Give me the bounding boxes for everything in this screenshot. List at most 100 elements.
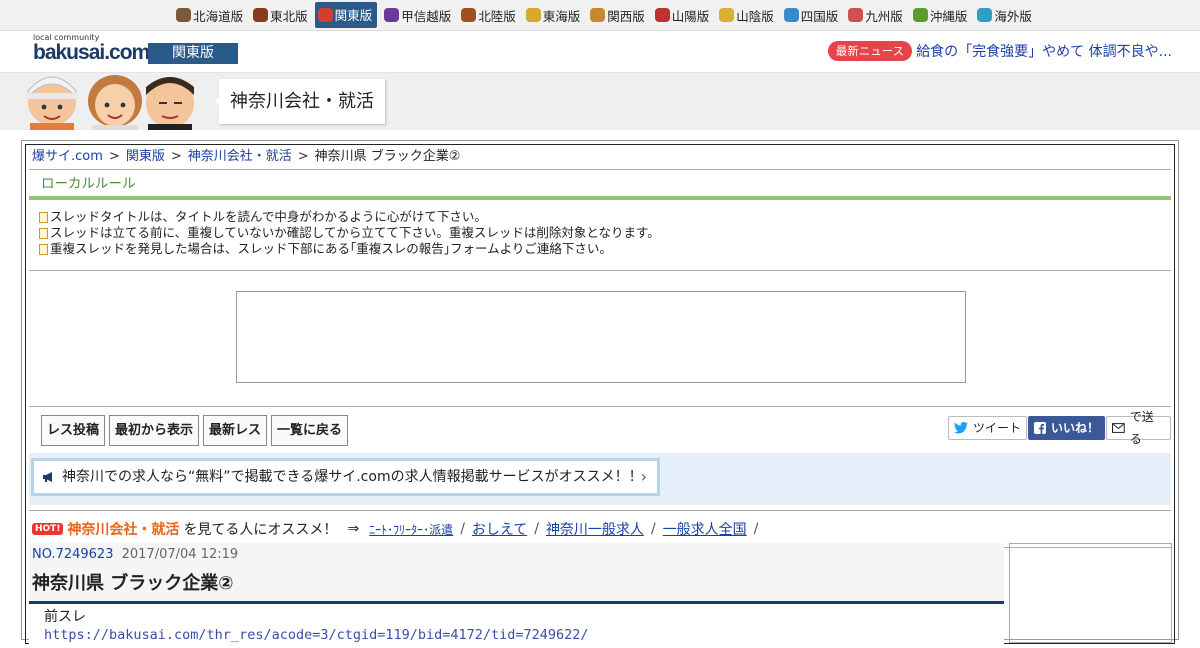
ad-placeholder[interactable] xyxy=(236,291,966,383)
region-tab[interactable]: 沖縄版 xyxy=(910,3,971,28)
recommend-link-oshiete[interactable]: おしえて xyxy=(472,519,527,539)
region-tab[interactable]: 山陽版 xyxy=(652,3,713,28)
category-banner: 神奈川会社・就活 xyxy=(0,73,1200,130)
post-reply-button[interactable]: レス投稿 xyxy=(41,415,106,446)
region-icon xyxy=(848,8,864,22)
region-bar: 北海道版 東北版 関東版 甲信越版 北陸版 東海版 関西版 山陽版 山陰版 四国版 九州版 沖縄版 海外… xyxy=(0,0,1200,31)
region-label: 関西版 xyxy=(607,8,645,24)
region-icon xyxy=(719,8,735,22)
region-icon xyxy=(317,7,333,22)
breadcrumb-category[interactable]: 神奈川会社・就活 xyxy=(188,149,292,164)
breadcrumb-separator: > xyxy=(170,149,182,164)
send-label: で送る xyxy=(1129,410,1154,446)
twitter-icon xyxy=(954,422,968,434)
region-tab[interactable]: 北海道版 xyxy=(173,3,246,28)
thread-title: 神奈川県 ブラック企業② xyxy=(29,566,1004,604)
region-tab[interactable]: 九州版 xyxy=(845,3,906,28)
edition-badge[interactable]: 関東版 xyxy=(148,43,238,64)
main-frame: 爆サイ.com > 関東版 > 神奈川会社・就活 > 神奈川県 ブラック企業② ローカルルー… xyxy=(21,140,1179,648)
post-date: 2017/07/04 12:19 xyxy=(121,547,239,562)
region-icon xyxy=(590,8,606,22)
region-label: 東北版 xyxy=(270,8,308,24)
side-ad-placeholder[interactable] xyxy=(1009,543,1172,643)
breadcrumb-edition[interactable]: 関東版 xyxy=(126,149,165,164)
region-icon xyxy=(176,8,192,22)
breadcrumb-separator: > xyxy=(297,149,309,164)
region-label: 甲信越版 xyxy=(401,8,452,24)
news-badge: 最新ニュース xyxy=(827,41,913,61)
region-tab[interactable]: 四国版 xyxy=(781,3,842,28)
rule-text: スレッドは立てる前に、重複していないか確認してから立てて下さい。重複スレッドは削… xyxy=(50,225,660,240)
breadcrumb-home[interactable]: 爆サイ.com xyxy=(32,149,103,164)
region-tab[interactable]: 関西版 xyxy=(587,3,648,28)
latest-news[interactable]: 最新ニュース 給食の「完食強要」やめて 体調不良や... xyxy=(827,41,1172,61)
job-ad-promo-link[interactable]: 神奈川での求人なら“無料”で掲載できる爆サイ.comの求人情報掲載サービスがオス… xyxy=(31,458,660,496)
local-rules-list: スレッドタイトルは、タイトルを読んで中身がわかるように心がけて下さい。 スレッド… xyxy=(29,200,1171,271)
region-label: 北陸版 xyxy=(478,8,516,24)
back-to-list-button[interactable]: 一覧に戻る xyxy=(271,415,349,446)
region-icon xyxy=(783,8,799,22)
region-tab[interactable]: 海外版 xyxy=(974,3,1035,28)
logo-text: bakusai.com xyxy=(33,41,150,64)
recommend-link-national-jobs[interactable]: 一般求人全国 xyxy=(663,519,747,539)
show-from-start-button[interactable]: 最初から表示 xyxy=(109,415,200,446)
mail-icon xyxy=(1112,423,1125,433)
rule-item: スレッドは立てる前に、重複していないか確認してから立てて下さい。重複スレッドは削… xyxy=(39,225,1171,241)
chevron-right-icon: › xyxy=(640,467,647,486)
region-label: 沖縄版 xyxy=(929,8,968,24)
region-icon xyxy=(977,8,993,22)
thread-toolbar: レス投稿 最初から表示 最新レス 一覧に戻る ツイート いいね！ で送る xyxy=(29,407,1171,453)
region-icon xyxy=(525,8,541,22)
post-body-text: 前スレ xyxy=(44,609,86,625)
region-icon xyxy=(384,8,400,22)
previous-thread-link[interactable]: https://bakusai.com/thr_res/acode=3/ctgi… xyxy=(44,626,989,644)
thread-first-post: NO.7249623 2017/07/04 12:19 神奈川県 ブラック企業②… xyxy=(29,543,1004,648)
document-icon xyxy=(39,243,48,255)
region-label: 山陰版 xyxy=(736,8,774,24)
hot-category: 神奈川会社・就活 xyxy=(67,522,180,538)
mascot-faces-illustration xyxy=(22,73,197,130)
region-icon xyxy=(912,8,928,22)
rule-text: 重複スレッドを発見した場合は、スレッド下部にある｢重複スレの報告｣フォームよりご… xyxy=(50,241,612,256)
site-header: local community bakusai.com 関東版 最新ニュース 給… xyxy=(0,31,1200,73)
arrow-icon: ⇒ xyxy=(347,521,360,537)
facebook-icon xyxy=(1034,422,1046,434)
breadcrumb-current: 神奈川県 ブラック企業② xyxy=(314,149,461,164)
megaphone-icon xyxy=(43,472,52,482)
region-icon xyxy=(654,8,670,22)
region-tab[interactable]: 関東版 xyxy=(314,2,378,28)
recommend-link-kanagawa-jobs[interactable]: 神奈川一般求人 xyxy=(546,519,644,539)
mail-send-button[interactable]: で送る xyxy=(1106,410,1171,446)
post-number[interactable]: NO.7249623 xyxy=(32,547,113,562)
rule-item: スレッドタイトルは、タイトルを読んで中身がわかるように心がけて下さい。 xyxy=(39,209,1171,225)
region-icon xyxy=(461,8,477,22)
latest-replies-button[interactable]: 最新レス xyxy=(203,415,268,446)
promo-text: 神奈川での求人なら“無料”で掲載できる爆サイ.comの求人情報掲載サービスがオス… xyxy=(62,469,643,485)
facebook-like-button[interactable]: いいね！ xyxy=(1028,416,1106,440)
region-tab[interactable]: 山陰版 xyxy=(716,3,777,28)
breadcrumb-separator: > xyxy=(108,149,120,164)
local-rule-heading: ローカルルール xyxy=(29,170,1171,200)
document-icon xyxy=(39,227,48,239)
region-label: 東海版 xyxy=(542,8,581,24)
region-label: 九州版 xyxy=(865,8,903,24)
promo-row: 神奈川での求人なら“無料”で掲載できる爆サイ.comの求人情報掲載サービスがオス… xyxy=(29,453,1171,505)
region-tab[interactable]: 北陸版 xyxy=(458,3,519,28)
hot-badge: HOT! xyxy=(32,523,64,535)
tweet-button[interactable]: ツイート xyxy=(948,416,1028,440)
region-icon xyxy=(253,8,269,22)
region-tab[interactable]: 東海版 xyxy=(523,3,584,28)
document-icon xyxy=(39,211,48,223)
region-tab[interactable]: 東北版 xyxy=(250,3,311,28)
region-label: 海外版 xyxy=(994,8,1032,24)
region-label: 関東版 xyxy=(334,8,373,23)
site-logo[interactable]: local community bakusai.com xyxy=(33,33,150,64)
tweet-label: ツイート xyxy=(973,421,1022,435)
news-headline-link[interactable]: 給食の「完食強要」やめて 体調不良や... xyxy=(916,41,1172,61)
like-label: いいね！ xyxy=(1051,421,1100,435)
hot-suffix: を見てる人にオススメ！ xyxy=(183,522,338,538)
region-tab[interactable]: 甲信越版 xyxy=(381,3,454,28)
region-label: 四国版 xyxy=(800,8,839,24)
breadcrumb: 爆サイ.com > 関東版 > 神奈川会社・就活 > 神奈川県 ブラック企業② xyxy=(29,145,1171,170)
recommend-link-neet[interactable]: ﾆｰﾄ･ﾌﾘｰﾀｰ･派遣 xyxy=(369,521,453,538)
